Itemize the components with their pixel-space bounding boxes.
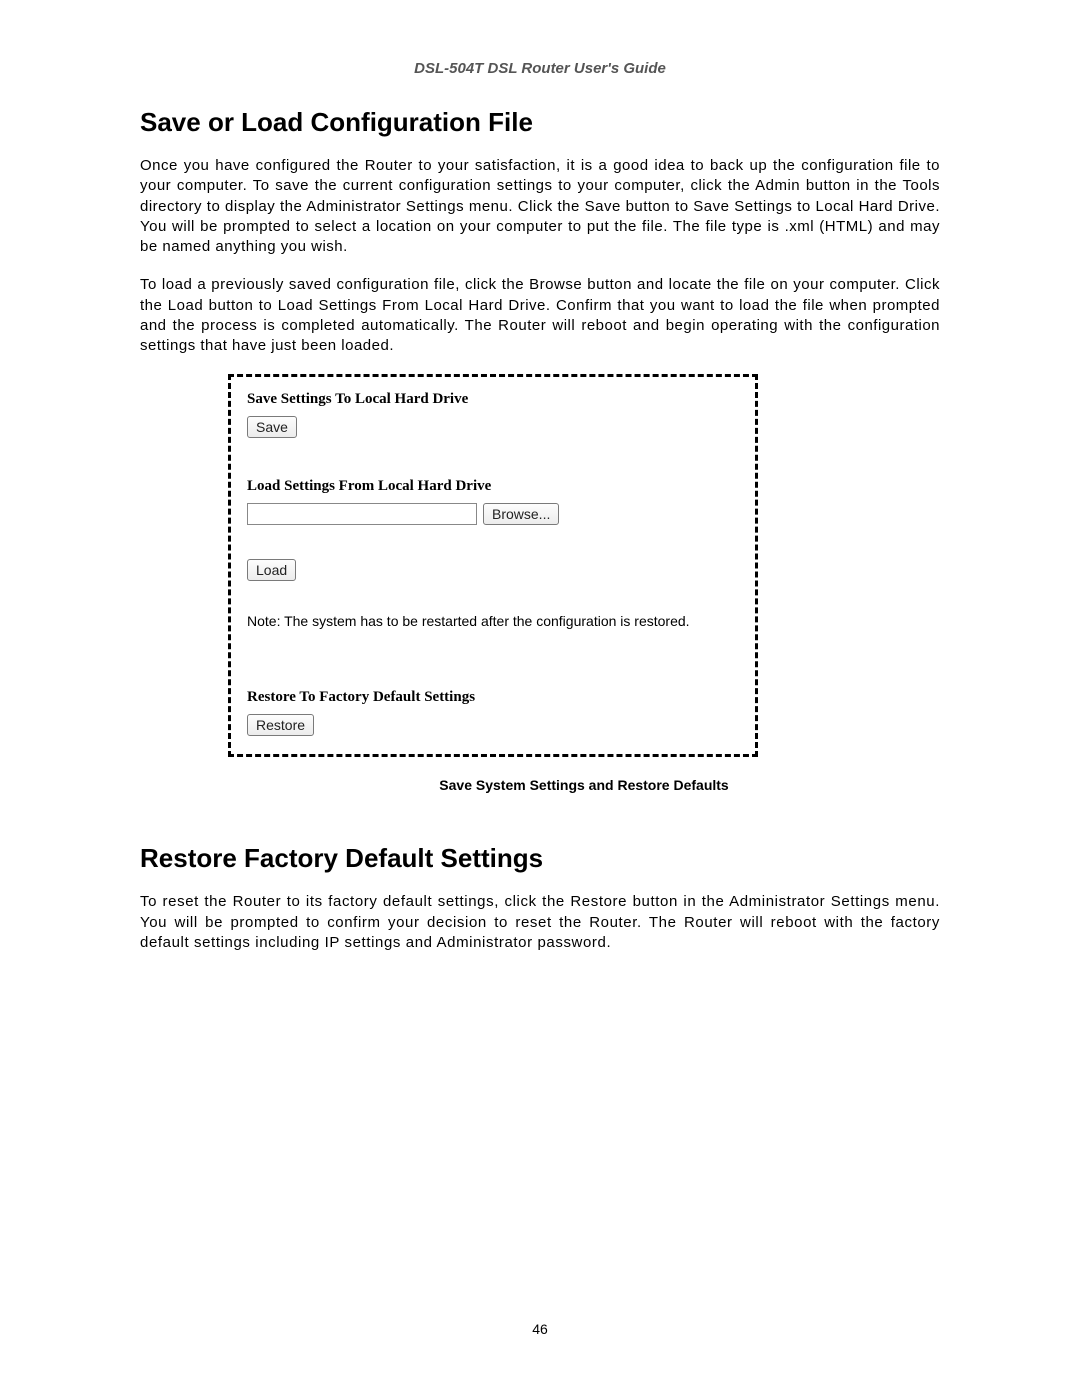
- file-path-input[interactable]: [247, 503, 477, 525]
- browse-button[interactable]: Browse...: [483, 503, 559, 525]
- restore-button[interactable]: Restore: [247, 714, 314, 736]
- load-settings-heading: Load Settings From Local Hard Drive: [247, 478, 739, 495]
- section-heading-restore: Restore Factory Default Settings: [140, 843, 940, 874]
- paragraph-save-description: Once you have configured the Router to y…: [140, 156, 940, 257]
- load-button[interactable]: Load: [247, 559, 296, 581]
- section-heading-save-load: Save or Load Configuration File: [140, 107, 940, 138]
- save-settings-heading: Save Settings To Local Hard Drive: [247, 391, 739, 408]
- save-button[interactable]: Save: [247, 416, 297, 438]
- page-number: 46: [0, 1321, 1080, 1337]
- restore-defaults-heading: Restore To Factory Default Settings: [247, 689, 739, 706]
- paragraph-load-description: To load a previously saved configuration…: [140, 275, 940, 356]
- figure-caption: Save System Settings and Restore Default…: [228, 777, 940, 793]
- paragraph-restore-description: To reset the Router to its factory defau…: [140, 892, 940, 953]
- restore-note: Note: The system has to be restarted aft…: [247, 613, 739, 629]
- settings-figure: Save Settings To Local Hard Drive Save L…: [228, 374, 758, 757]
- document-header: DSL-504T DSL Router User's Guide: [140, 60, 940, 77]
